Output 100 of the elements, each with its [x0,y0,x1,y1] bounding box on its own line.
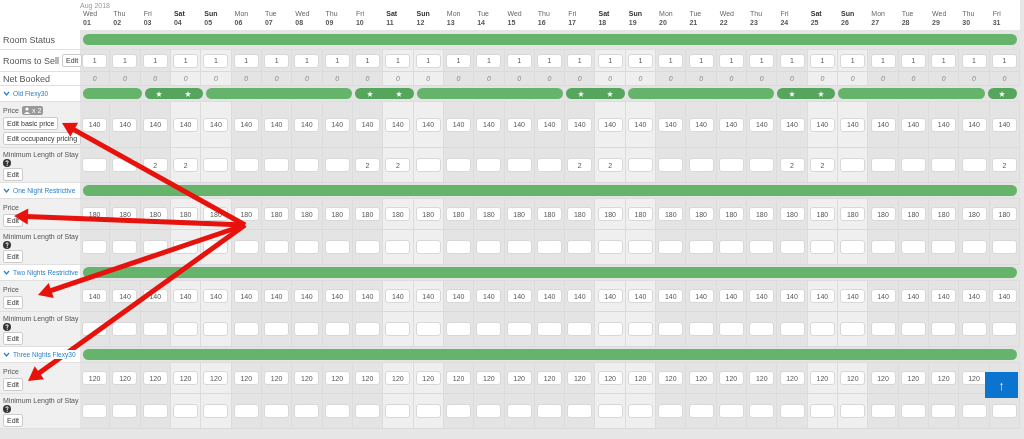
stay-field[interactable] [82,404,108,418]
stay-field[interactable] [718,158,744,172]
stay-field[interactable] [991,240,1017,254]
stay-field[interactable] [173,404,199,418]
stay-field[interactable] [264,404,290,418]
stay-field[interactable] [233,404,259,418]
stay-field[interactable] [476,404,502,418]
stay-field[interactable] [840,322,866,336]
stay-field[interactable] [415,404,441,418]
stay-field[interactable] [627,158,653,172]
stay-field[interactable] [627,322,653,336]
stay-field[interactable] [233,240,259,254]
stay-field[interactable] [446,240,471,254]
stay-field[interactable] [658,322,684,336]
stay-field[interactable] [324,322,350,336]
stay-field[interactable] [931,240,957,254]
stay-field[interactable] [264,240,290,254]
stay-field[interactable] [779,404,805,418]
stay-field[interactable] [567,322,593,336]
stay-field[interactable] [112,404,138,418]
stay-field[interactable] [446,322,471,336]
stay-field[interactable] [264,158,290,172]
stay-field[interactable] [840,240,866,254]
stay-field[interactable] [809,240,835,254]
stay-field[interactable] [688,404,714,418]
stay-field[interactable] [840,404,866,418]
stay-field[interactable] [82,240,108,254]
stay-field[interactable] [537,158,562,172]
stay-field[interactable] [870,240,896,254]
stay-field[interactable] [870,322,896,336]
stay-field[interactable] [112,240,138,254]
stay-field[interactable] [900,322,926,336]
stay-field[interactable] [961,158,987,172]
stay-field[interactable] [567,404,593,418]
stay-field[interactable] [476,240,502,254]
stay-field[interactable] [688,322,714,336]
stay-field[interactable] [324,158,350,172]
stay-field[interactable] [749,158,775,172]
stay-field[interactable] [961,240,987,254]
stay-field[interactable] [233,322,259,336]
stay-field[interactable] [627,240,653,254]
chevron-icon[interactable] [3,91,10,96]
stay-field[interactable] [870,158,896,172]
stay-field[interactable] [506,404,532,418]
stay-field[interactable] [385,240,411,254]
stay-field[interactable] [415,158,441,172]
stay-field[interactable] [718,404,744,418]
stay-field[interactable] [476,322,502,336]
stay-field[interactable] [264,322,290,336]
stay-field[interactable] [385,404,411,418]
stay-field[interactable] [809,404,835,418]
stay-field[interactable] [779,240,805,254]
stay-field[interactable] [809,322,835,336]
stay-field[interactable] [203,322,229,336]
stay-field[interactable] [173,322,199,336]
stay-field[interactable] [658,240,684,254]
stay-field[interactable] [142,322,168,336]
stay-field[interactable] [415,322,441,336]
scroll-top-button[interactable]: ↑ [985,372,1018,398]
stay-field[interactable] [446,158,471,172]
stay-field[interactable] [537,322,562,336]
stay-field[interactable] [688,158,714,172]
stay-field[interactable] [506,158,532,172]
stay-field[interactable] [658,158,684,172]
stay-field[interactable] [506,240,532,254]
stay-field[interactable] [355,240,381,254]
stay-field[interactable] [718,322,744,336]
stay-field[interactable] [385,322,411,336]
stay-field[interactable] [718,240,744,254]
stay-field[interactable] [658,404,684,418]
stay-field[interactable] [294,404,320,418]
stay-field[interactable] [931,322,957,336]
stay-field[interactable] [961,404,987,418]
stay-field[interactable] [142,240,168,254]
stay-field[interactable] [355,322,381,336]
stay-field[interactable] [415,240,441,254]
stay-field[interactable] [688,240,714,254]
stay-field[interactable] [324,240,350,254]
stay-field[interactable] [870,404,896,418]
stay-field[interactable] [567,240,593,254]
stay-field[interactable] [446,404,471,418]
help-icon[interactable] [3,323,11,331]
stay-field[interactable] [991,404,1017,418]
help-icon[interactable] [3,405,11,413]
stay-field[interactable] [597,322,623,336]
stay-field[interactable] [203,158,229,172]
stay-field[interactable] [324,404,350,418]
stay-field[interactable] [779,322,805,336]
stay-field[interactable] [82,158,108,172]
stay-field[interactable] [142,404,168,418]
chevron-icon[interactable] [3,352,10,357]
stay-field[interactable] [233,158,259,172]
stay-field[interactable] [840,158,866,172]
stay-field[interactable] [991,322,1017,336]
stay-field[interactable] [294,240,320,254]
stay-field[interactable] [749,404,775,418]
stay-field[interactable] [506,322,532,336]
stay-field[interactable] [476,158,502,172]
stay-field[interactable] [537,240,562,254]
stay-field[interactable] [749,322,775,336]
